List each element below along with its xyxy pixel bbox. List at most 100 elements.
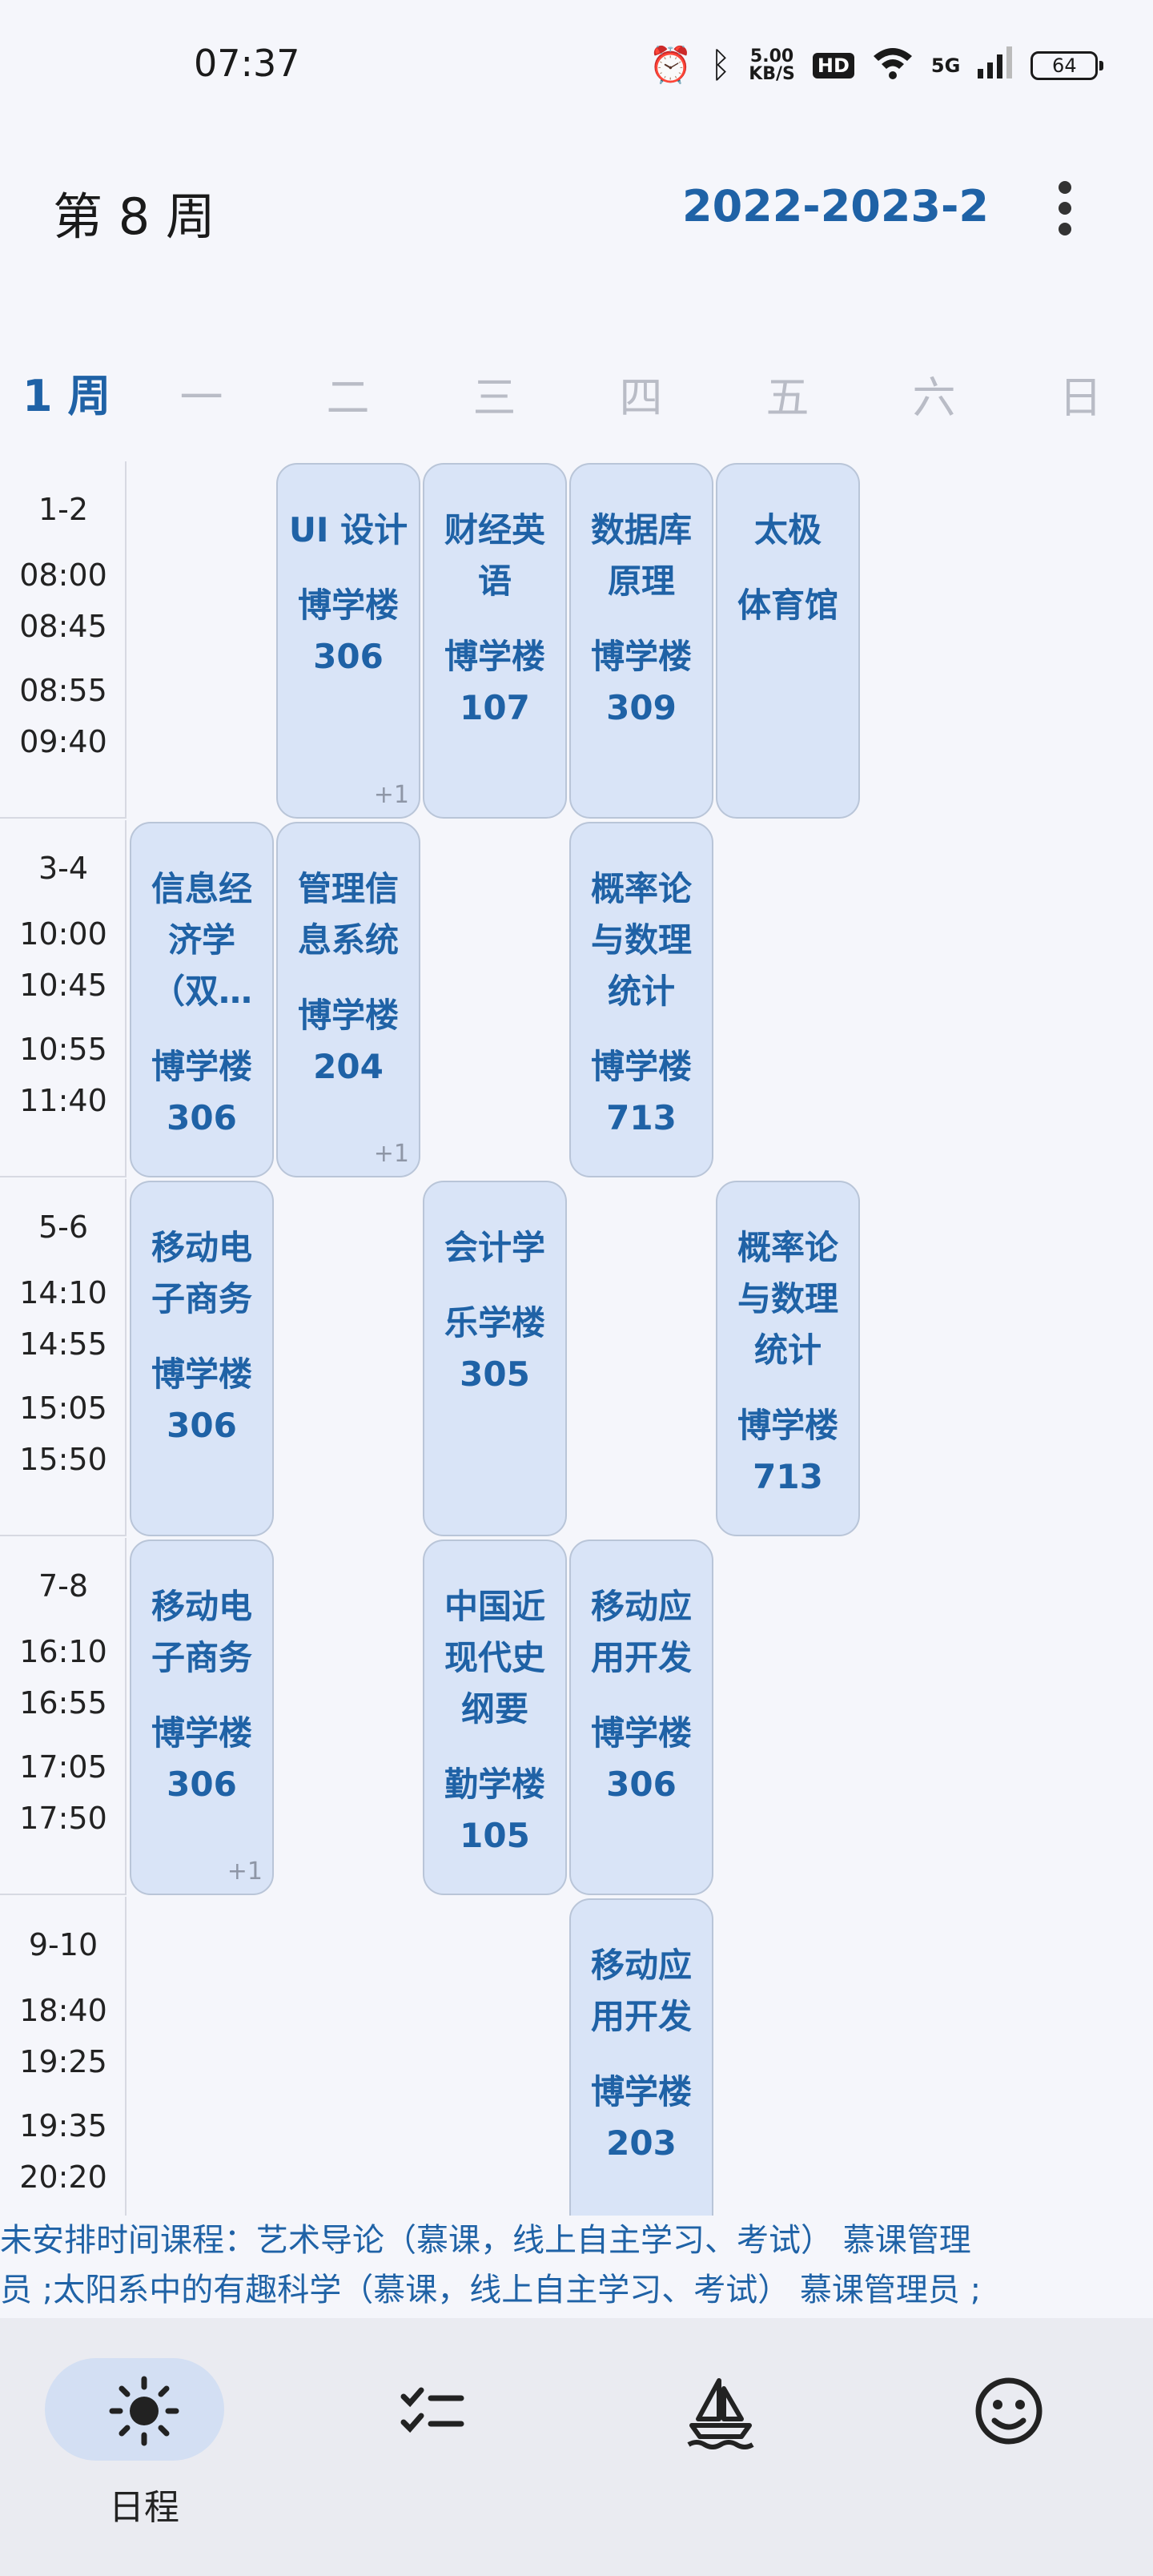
slot-time: 17:50 <box>19 1801 107 1836</box>
course-card[interactable]: 会计学乐学楼 305 <box>423 1181 567 1536</box>
course-card[interactable]: 移动应用开发 博学楼 306 <box>569 1540 713 1895</box>
slot-time: 15:50 <box>19 1442 107 1477</box>
slot-time: 14:10 <box>19 1275 107 1310</box>
battery-icon: 64 <box>1030 51 1104 80</box>
course-room: 博学楼 204 <box>297 996 399 1086</box>
course-card[interactable]: 移动应用开发博学楼 203+1 <box>569 1898 713 2216</box>
day-thu: 四 <box>619 372 663 423</box>
more-vert-icon[interactable] <box>1041 176 1089 240</box>
nav-profile[interactable] <box>865 2318 1153 2576</box>
course-name: 概率论与数理统计 <box>737 1228 838 1370</box>
course-name: 中国近现代史纲要 <box>444 1587 545 1729</box>
course-room: 博学楼 713 <box>590 1047 692 1137</box>
section-number: 3-4 <box>38 851 89 886</box>
course-room: 博学楼 203 <box>590 2072 692 2163</box>
course-room: 博学楼 306 <box>151 1354 252 1445</box>
app-header: 第 8 周 2022-2023-2 <box>0 152 1153 264</box>
section-number: 5-6 <box>38 1210 89 1245</box>
course-room: 勤学楼 105 <box>444 1765 545 1855</box>
course-card[interactable]: 概率论与数理统计博学楼 713 <box>569 822 713 1177</box>
course-card[interactable]: 管理信息系统 博学楼 204 +1 <box>276 822 420 1177</box>
course-name: 太极 <box>753 510 822 549</box>
course-room: 博学楼 713 <box>737 1406 838 1496</box>
course-name: 会计学 <box>444 1228 545 1267</box>
course-card[interactable]: UI 设计博学楼 306 +1 <box>276 463 420 819</box>
battery-level: 64 <box>1052 54 1077 77</box>
course-room: 博学楼 306 <box>297 586 399 676</box>
wifi-icon <box>872 45 914 87</box>
unscheduled-line-2: 员 ;太阳系中的有趣科学（慕课，线上自主学习、考试） 慕课管理员 ; <box>0 2272 982 2308</box>
nav-schedule[interactable]: 日程 <box>0 2318 288 2576</box>
more-courses-badge: +1 <box>373 781 409 809</box>
nav-tasks[interactable] <box>288 2318 576 2576</box>
slot-time: 10:45 <box>19 968 107 1003</box>
slot-time: 14:55 <box>19 1326 107 1362</box>
course-name: 移动电子商务 <box>151 1587 252 1677</box>
speed-unit: KB/S <box>749 64 795 84</box>
signal-icon <box>978 46 1013 85</box>
slot-time: 19:25 <box>19 2044 107 2079</box>
course-name: 移动应用开发 <box>590 1946 692 2036</box>
course-name: 概率论与数理统计 <box>590 869 692 1011</box>
slot-time: 15:05 <box>19 1391 107 1426</box>
course-card[interactable]: 财经英语博学楼 107 <box>423 463 567 819</box>
course-room: 博学楼 107 <box>444 637 545 727</box>
day-sun: 日 <box>1059 372 1103 423</box>
sun-icon <box>0 2373 288 2465</box>
slot-time: 20:20 <box>19 2159 107 2195</box>
slot-time: 08:45 <box>19 609 107 644</box>
slot-time: 18:40 <box>19 1993 107 2028</box>
course-room: 博学楼 309 <box>590 637 692 727</box>
slot-time: 08:00 <box>19 557 107 593</box>
day-mon: 一 <box>179 372 223 423</box>
time-slot: 9-10 18:40 19:25 19:35 20:20 <box>0 1897 127 2216</box>
sailboat-icon <box>576 2373 865 2465</box>
course-name: 财经英语 <box>444 510 545 601</box>
unscheduled-courses: 未安排时间课程：艺术导论（慕课，线上自主学习、考试） 慕课管理 员 ;太阳系中的… <box>0 2216 1153 2318</box>
slot-time: 17:05 <box>19 1749 107 1785</box>
time-slot: 5-6 14:10 14:55 15:05 15:50 <box>0 1179 127 1536</box>
status-icons: ⏰ ᛒ 5.00 KB/S HD 5G 64 <box>649 42 1104 90</box>
slot-time: 19:35 <box>19 2108 107 2143</box>
course-card[interactable]: 信息经济学（双… 博学楼 306 <box>130 822 274 1177</box>
course-name: 管理信息系统 <box>297 869 399 960</box>
alarm-clock-icon: ⏰ <box>649 45 693 86</box>
course-room: 体育馆 <box>737 586 838 625</box>
section-number: 9-10 <box>28 1927 98 1962</box>
more-courses-badge: +1 <box>227 1858 263 1886</box>
status-time: 07:37 <box>194 42 300 85</box>
term-selector[interactable]: 2022-2023-2 <box>682 181 989 231</box>
course-room: 乐学楼 305 <box>444 1303 545 1394</box>
slot-time: 16:55 <box>19 1685 107 1721</box>
slot-time: 10:00 <box>19 916 107 952</box>
course-card[interactable]: 数据库原理 博学楼 309 <box>569 463 713 819</box>
course-name: UI 设计 <box>288 510 408 549</box>
course-card[interactable]: 概率论与数理统计博学楼 713 <box>716 1181 860 1536</box>
course-room: 博学楼 306 <box>151 1047 252 1137</box>
weekday-header: 1 周 一 二 三 四 五 六 日 <box>0 344 1153 463</box>
course-name: 信息经济学（双… <box>151 869 252 1011</box>
network-type: 5G <box>930 54 961 77</box>
course-card[interactable]: 太极 体育馆 <box>716 463 860 819</box>
slot-time: 09:40 <box>19 724 107 759</box>
course-card[interactable]: 中国近现代史纲要勤学楼 105 <box>423 1540 567 1895</box>
nav-explore[interactable] <box>576 2318 865 2576</box>
status-bar: 07:37 ⏰ ᛒ 5.00 KB/S HD 5G 64 <box>0 0 1153 133</box>
time-slot: 7-8 16:10 16:55 17:05 17:50 <box>0 1538 127 1895</box>
course-card[interactable]: 移动电子商务 博学楼 306 <box>130 1181 274 1536</box>
network-speed: 5.00 KB/S <box>749 48 795 83</box>
slot-time: 16:10 <box>19 1634 107 1669</box>
hd-badge: HD <box>812 53 854 78</box>
unscheduled-line-1: 未安排时间课程：艺术导论（慕课，线上自主学习、考试） 慕课管理 <box>0 2222 971 2259</box>
course-card[interactable]: 移动电子商务 博学楼 306 +1 <box>130 1540 274 1895</box>
day-wed: 三 <box>472 372 516 423</box>
nav-schedule-label: 日程 <box>109 2487 179 2528</box>
course-room: 博学楼 306 <box>151 1713 252 1804</box>
checklist-icon <box>288 2373 576 2465</box>
slot-time: 10:55 <box>19 1032 107 1067</box>
current-week-title[interactable]: 第 8 周 <box>53 176 215 248</box>
more-courses-badge: +1 <box>373 1140 409 1168</box>
section-number: 1-2 <box>38 492 89 527</box>
time-slot: 3-4 10:00 10:45 10:55 11:40 <box>0 820 127 1177</box>
course-name: 移动应用开发 <box>590 1587 692 1677</box>
